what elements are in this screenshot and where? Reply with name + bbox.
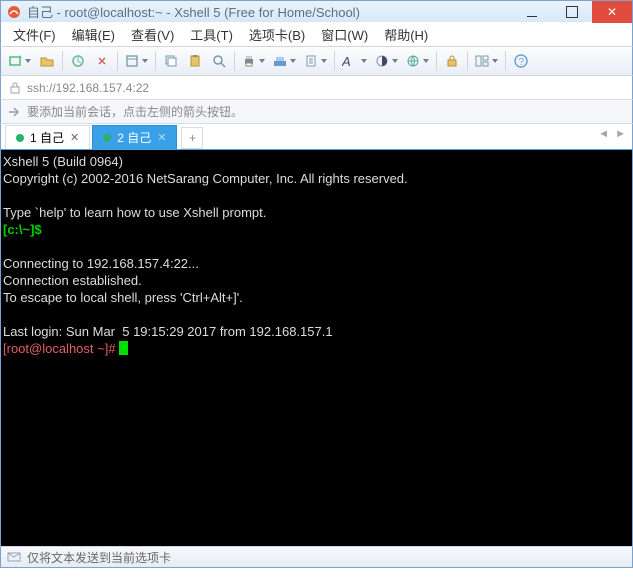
hint-bar: 要添加当前会话，点击左侧的箭头按钮。 [0,100,633,124]
layout-button[interactable] [472,49,501,73]
terminal[interactable]: Xshell 5 (Build 0964) Copyright (c) 2002… [0,150,633,546]
tab-add-button[interactable]: + [181,127,203,149]
separator [334,51,335,71]
color-scheme-button[interactable] [372,49,401,73]
tab-2[interactable]: 2 自己 ✕ [92,125,177,149]
xftp-button[interactable] [270,49,299,73]
encoding-button[interactable] [403,49,432,73]
address-input[interactable] [27,81,626,95]
tabstrip: 1 自己 ✕ 2 自己 ✕ + ◄ ► [0,124,633,150]
maximize-button[interactable] [552,1,592,23]
titlebar: 自己 - root@localhost:~ - Xshell 5 (Free f… [0,0,633,22]
status-dot-icon [16,134,24,142]
menu-tabs[interactable]: 选项卡(B) [241,23,313,46]
term-line: Connection established. [3,273,142,288]
term-line: Xshell 5 (Build 0964) [3,154,123,169]
window-controls [512,1,632,22]
close-button[interactable] [592,1,632,23]
separator [467,51,468,71]
separator [62,51,63,71]
lock-button[interactable] [441,49,463,73]
menu-file[interactable]: 文件(F) [5,23,64,46]
script-button[interactable] [301,49,330,73]
reconnect-button[interactable] [67,49,89,73]
separator [505,51,506,71]
find-button[interactable] [208,49,230,73]
tab-1[interactable]: 1 自己 ✕ [5,125,90,149]
menu-view[interactable]: 查看(V) [123,23,182,46]
term-line: Copyright (c) 2002-2016 NetSarang Comput… [3,171,408,186]
hint-text: 要添加当前会话，点击左侧的箭头按钮。 [27,103,243,120]
menubar: 文件(F) 编辑(E) 查看(V) 工具(T) 选项卡(B) 窗口(W) 帮助(… [0,22,633,46]
svg-text:?: ? [519,57,525,68]
open-session-button[interactable] [36,49,58,73]
status-dot-icon [103,134,111,142]
minimize-button[interactable] [512,1,552,23]
print-button[interactable] [239,49,268,73]
font-button[interactable]: A [339,49,370,73]
new-session-button[interactable] [5,49,34,73]
term-line: To escape to local shell, press 'Ctrl+Al… [3,290,243,305]
tab-label: 2 自己 [117,129,151,146]
send-mode-icon[interactable] [7,550,21,564]
window-title: 自己 - root@localhost:~ - Xshell 5 (Free f… [27,2,512,21]
tab-next-icon[interactable]: ► [615,128,626,140]
status-text: 仅将文本发送到当前选项卡 [27,549,171,566]
term-line: Last login: Sun Mar 5 19:15:29 2017 from… [3,324,333,339]
arrow-add-icon[interactable] [7,105,21,119]
help-button[interactable]: ? [510,49,532,73]
lock-icon [7,82,23,94]
paste-button[interactable] [184,49,206,73]
tab-close-icon[interactable]: ✕ [70,131,79,144]
term-line: Connecting to 192.168.157.4:22... [3,256,199,271]
separator [234,51,235,71]
menu-tools[interactable]: 工具(T) [182,23,241,46]
menu-edit[interactable]: 编辑(E) [64,23,123,46]
toolbar: A ? [0,46,633,76]
app-icon [5,3,23,21]
cursor-icon [119,341,128,355]
tab-nav: ◄ ► [598,128,626,140]
copy-button[interactable] [160,49,182,73]
properties-button[interactable] [122,49,151,73]
separator [436,51,437,71]
term-remote-prompt: [root@localhost ~]# [3,341,119,356]
menu-window[interactable]: 窗口(W) [313,23,376,46]
tab-close-icon[interactable]: ✕ [157,131,166,144]
svg-text:A: A [342,54,351,68]
tab-prev-icon[interactable]: ◄ [598,128,609,140]
separator [155,51,156,71]
disconnect-button[interactable] [91,49,113,73]
menu-help[interactable]: 帮助(H) [376,23,436,46]
term-local-prompt: [c:\~]$ [3,222,42,237]
term-line: Type `help' to learn how to use Xshell p… [3,205,266,220]
tab-label: 1 自己 [30,129,64,146]
statusbar: 仅将文本发送到当前选项卡 [0,546,633,568]
address-bar [0,76,633,100]
separator [117,51,118,71]
